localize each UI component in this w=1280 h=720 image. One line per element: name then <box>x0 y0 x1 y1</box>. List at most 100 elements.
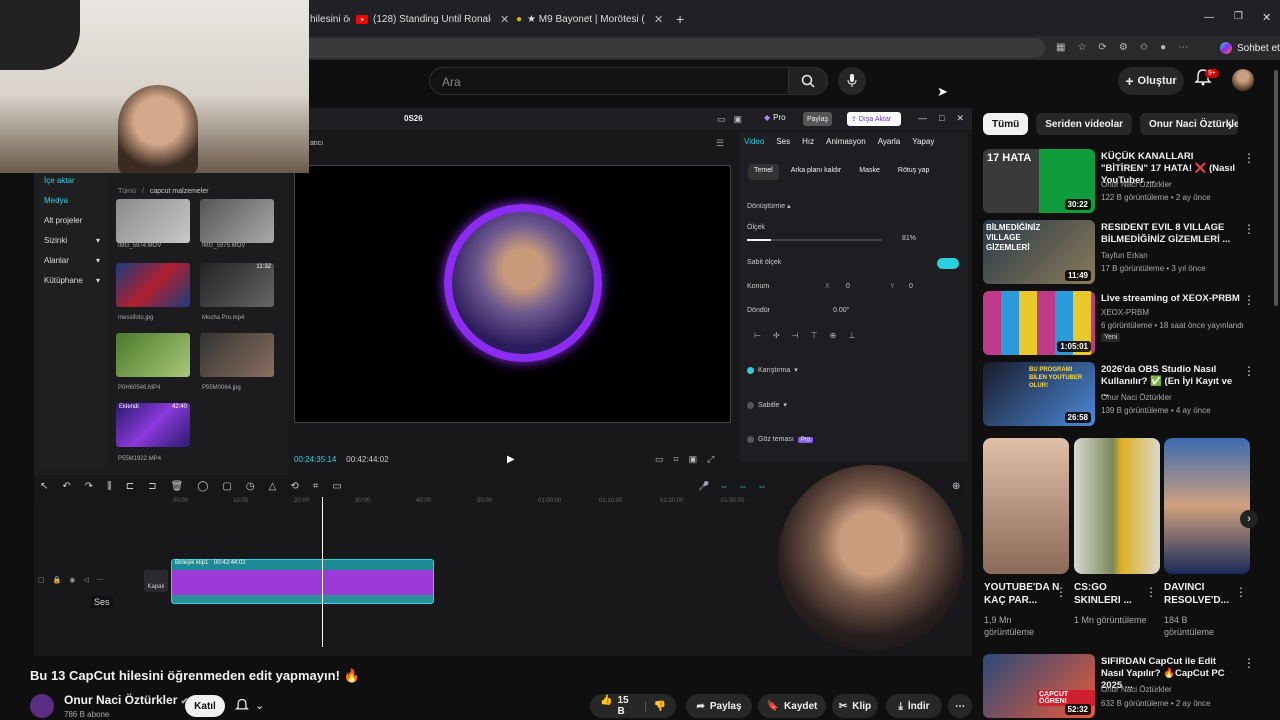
minimize-icon[interactable]: — <box>1204 12 1214 23</box>
subscribe-bell-button[interactable]: ⌄ <box>235 698 264 712</box>
grid-icon[interactable]: ▦ <box>1056 42 1065 53</box>
recommendation-item[interactable]: CAPCUT ÖĞREN! 52:32 SIFIRDAN CapCut ile … <box>983 654 1255 720</box>
more-icon[interactable]: ⋮ <box>1243 222 1255 236</box>
url-field[interactable] <box>300 38 1045 58</box>
chip-all[interactable]: Tümü <box>983 113 1029 135</box>
audio-icon[interactable]: ◁ <box>83 576 88 584</box>
trim-left-icon[interactable]: ⊏ <box>126 481 134 492</box>
tab-speed[interactable]: Hız <box>802 137 814 146</box>
favorites-icon[interactable]: ✩ <box>1140 42 1148 53</box>
chevron-right-icon[interactable]: › <box>1228 117 1233 133</box>
align-right-icon[interactable]: ⊣ <box>792 331 799 340</box>
media-thumbnail[interactable]: 11:32 <box>200 263 274 307</box>
close-icon[interactable]: ✕ <box>500 13 509 26</box>
crop-icon[interactable]: ⌗ <box>674 454 679 465</box>
recommendation-item[interactable]: BİLMEDİĞİNİZ VILLAGE GİZEMLERİ 11:49 RES… <box>983 220 1255 286</box>
freeze-icon[interactable]: ▢ <box>222 481 231 492</box>
profile-icon[interactable]: ● <box>1160 42 1166 53</box>
blend-section[interactable]: Karıştırma ▾ <box>747 366 798 374</box>
search-input[interactable]: Ara <box>429 67 789 95</box>
mirror-icon[interactable]: △ <box>269 481 277 492</box>
recommendation-item[interactable]: 1:05:01 Live streaming of XEOX-PRBM XEOX… <box>983 291 1255 357</box>
stabilize-section[interactable]: Sabitle ▾ <box>747 401 787 409</box>
short-thumbnail[interactable] <box>1164 438 1250 574</box>
media-thumbnail[interactable] <box>200 333 274 377</box>
extension-icon[interactable]: ⚙ <box>1119 42 1128 53</box>
transform-section[interactable]: Dönüştürme ▴ <box>747 202 791 210</box>
breadcrumb-item[interactable]: capcut malzemeler <box>150 188 209 195</box>
select-icon[interactable]: ↖ <box>40 481 48 492</box>
tab-adjust[interactable]: Ayarla <box>878 137 901 146</box>
close-window-icon[interactable]: ✕ <box>1262 11 1271 24</box>
lock-icon[interactable]: 🔒 <box>53 576 62 584</box>
eye-contact-section[interactable]: Göz teması Pro <box>747 436 814 443</box>
align-top-icon[interactable]: ⊤ <box>811 331 818 340</box>
undo-icon[interactable]: ↶ <box>62 481 70 492</box>
voice-search-button[interactable] <box>838 67 866 95</box>
minimize-icon[interactable]: — <box>918 113 927 124</box>
media-thumbnail[interactable] <box>116 199 190 243</box>
uniform-scale-toggle[interactable] <box>937 258 959 269</box>
crop-icon[interactable]: ⌗ <box>313 481 319 492</box>
more-icon[interactable]: ⋮ <box>1235 585 1247 599</box>
mask-icon[interactable]: ◯ <box>197 481 208 492</box>
menu-icon[interactable]: ☰ <box>716 138 724 149</box>
more-actions-button[interactable]: ⋯ <box>948 694 972 718</box>
more-icon[interactable]: ⋯ <box>1178 42 1188 53</box>
snap-icon[interactable]: ⇔ <box>738 481 747 492</box>
scale-value[interactable]: 81% <box>902 235 916 242</box>
recommendation-item[interactable]: BU PROGRAMI BİLEN YOUTUBER OLUR! 26:58 2… <box>983 362 1255 428</box>
track-icon[interactable]: ▢ <box>38 576 45 584</box>
subtab-retouch[interactable]: Rötuş yap <box>892 164 936 180</box>
pos-y-input[interactable]: 0 <box>909 283 913 290</box>
align-center-icon[interactable]: ✢ <box>773 331 780 340</box>
monitor-icon[interactable]: ▣ <box>734 114 743 125</box>
media-thumbnail[interactable] <box>200 199 274 243</box>
share-button[interactable]: Paylaş <box>803 112 833 126</box>
short-thumbnail[interactable] <box>1074 438 1160 574</box>
more-icon[interactable]: ⋮ <box>1243 151 1255 165</box>
tab-video[interactable]: Video <box>744 137 764 146</box>
chip-series[interactable]: Seriden videolar <box>1036 113 1133 135</box>
link-icon[interactable]: ⇔ <box>719 481 728 492</box>
pos-x-input[interactable]: 0 <box>846 283 850 290</box>
clip-button[interactable]: ✂ Klip <box>832 694 878 718</box>
scrollbar[interactable] <box>1274 70 1278 306</box>
close-icon[interactable]: ✕ <box>956 113 964 124</box>
playhead[interactable] <box>322 497 323 647</box>
pro-button[interactable]: ◆ Pro <box>764 113 786 122</box>
split-icon[interactable]: ⫼ <box>107 481 112 492</box>
like-button[interactable]: 👍 15 B <box>600 695 630 717</box>
save-button[interactable]: 🔖 Kaydet <box>758 694 826 718</box>
nav-spaces[interactable]: Alanlar ▾ <box>38 250 106 270</box>
channel-avatar[interactable] <box>30 694 54 718</box>
maximize-icon[interactable]: □ <box>939 113 944 124</box>
align-middle-icon[interactable]: ⊕ <box>830 331 837 340</box>
trim-right-icon[interactable]: ⊐ <box>148 481 156 492</box>
nav-yours[interactable]: Sizinki ▾ <box>38 230 106 250</box>
account-avatar[interactable] <box>1232 69 1254 91</box>
preview-axis-icon[interactable]: ⇔ <box>757 481 766 492</box>
media-thumbnail[interactable] <box>116 333 190 377</box>
microphone-icon[interactable]: 🎤 <box>698 481 709 492</box>
more-icon[interactable]: ⋮ <box>1243 293 1255 307</box>
browser-tab[interactable]: ● ★ M9 Bayonet | Morötesi (Görevde ✕ <box>516 8 666 30</box>
download-button[interactable]: ⤓ İndir <box>886 694 942 718</box>
aspect-icon[interactable]: ▣ <box>689 454 698 465</box>
nav-library[interactable]: Kütüphane ▾ <box>38 270 106 290</box>
delete-icon[interactable]: 🗑 <box>171 481 184 492</box>
share-button[interactable]: ➦ Paylaş <box>686 694 752 718</box>
nav-subprojects[interactable]: Alt projeler <box>38 210 106 230</box>
eye-icon[interactable]: ◉ <box>69 576 75 584</box>
more-icon[interactable]: ⋯ <box>97 576 104 584</box>
nav-media[interactable]: Medya <box>38 190 106 210</box>
play-icon[interactable]: ▶ <box>507 454 515 465</box>
new-tab-icon[interactable]: + <box>676 11 684 27</box>
chevron-right-icon[interactable]: › <box>1240 510 1258 528</box>
speed-icon[interactable]: ◷ <box>246 481 255 492</box>
rotate-input[interactable]: 0.00° <box>833 307 849 314</box>
copilot-button[interactable]: Sohbet et <box>1220 38 1280 58</box>
tab-animation[interactable]: Animasyon <box>826 137 866 146</box>
tab-audio[interactable]: Ses <box>776 137 790 146</box>
align-left-icon[interactable]: ⊢ <box>754 331 761 340</box>
